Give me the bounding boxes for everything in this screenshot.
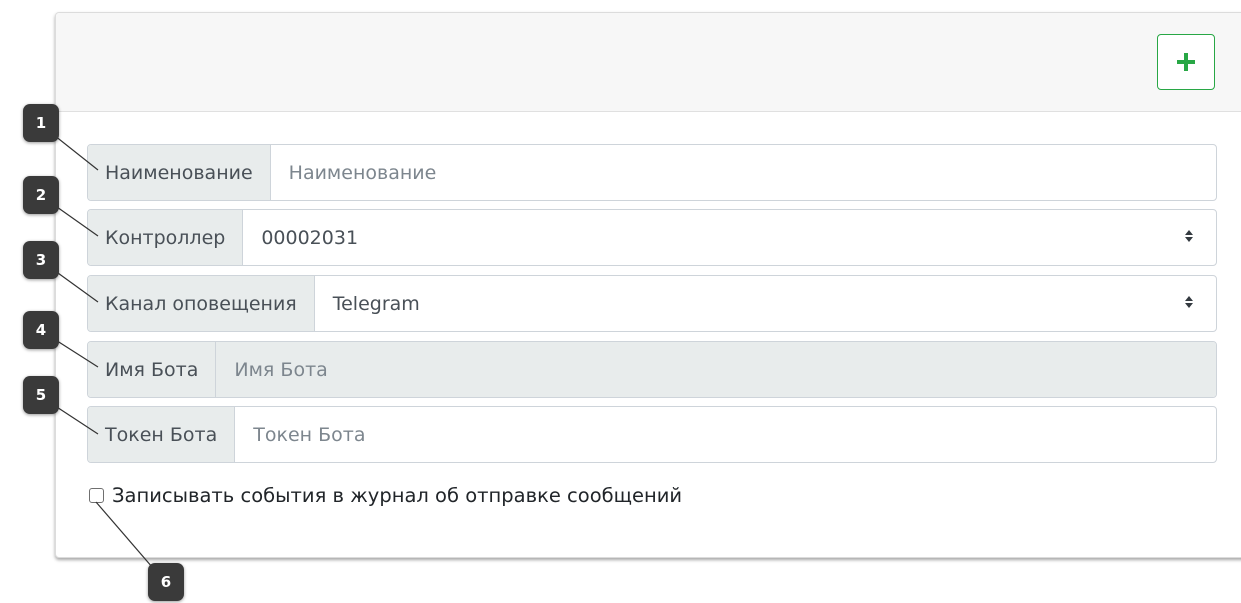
controller-select[interactable]: 00002031	[243, 210, 1216, 265]
callout-badge-2: 2	[23, 176, 59, 214]
callout-badge-5: 5	[23, 376, 59, 414]
bot-token-input[interactable]: Токен Бота	[235, 407, 1216, 462]
sort-caret-icon	[1185, 230, 1193, 242]
controller-select-value: 00002031	[261, 226, 359, 249]
channel-input-group: Канал оповещения Telegram	[87, 275, 1217, 332]
controller-input-group: Контроллер 00002031	[87, 209, 1217, 266]
bot-name-input: Имя Бота	[216, 342, 1216, 397]
callout-badge-4: 4	[23, 311, 59, 349]
plus-icon	[1177, 53, 1195, 71]
log-checkbox-row: Записывать события в журнал об отправке …	[89, 484, 682, 507]
channel-label: Канал оповещения	[88, 276, 315, 331]
bot-name-label: Имя Бота	[88, 342, 217, 397]
log-checkbox[interactable]	[89, 488, 104, 503]
name-input-group: Наименование Наименование	[87, 144, 1217, 201]
card-header	[56, 13, 1241, 112]
bot-token-input-group: Токен Бота Токен Бота	[87, 406, 1217, 463]
controller-label: Контроллер	[88, 210, 244, 265]
callout-badge-6: 6	[148, 563, 184, 601]
bot-token-label: Токен Бота	[88, 407, 236, 462]
callout-badge-1: 1	[23, 104, 59, 142]
add-button[interactable]	[1157, 34, 1215, 90]
channel-select-value: Telegram	[332, 292, 420, 315]
log-checkbox-label[interactable]: Записывать события в журнал об отправке …	[112, 484, 682, 507]
callout-badge-3: 3	[23, 241, 59, 279]
name-input[interactable]: Наименование	[271, 145, 1216, 200]
bot-name-input-group: Имя Бота Имя Бота	[87, 341, 1217, 398]
name-label: Наименование	[88, 145, 271, 200]
settings-card: Наименование Наименование Контроллер 000…	[55, 12, 1241, 558]
channel-select[interactable]: Telegram	[315, 276, 1216, 331]
sort-caret-icon	[1185, 296, 1193, 308]
